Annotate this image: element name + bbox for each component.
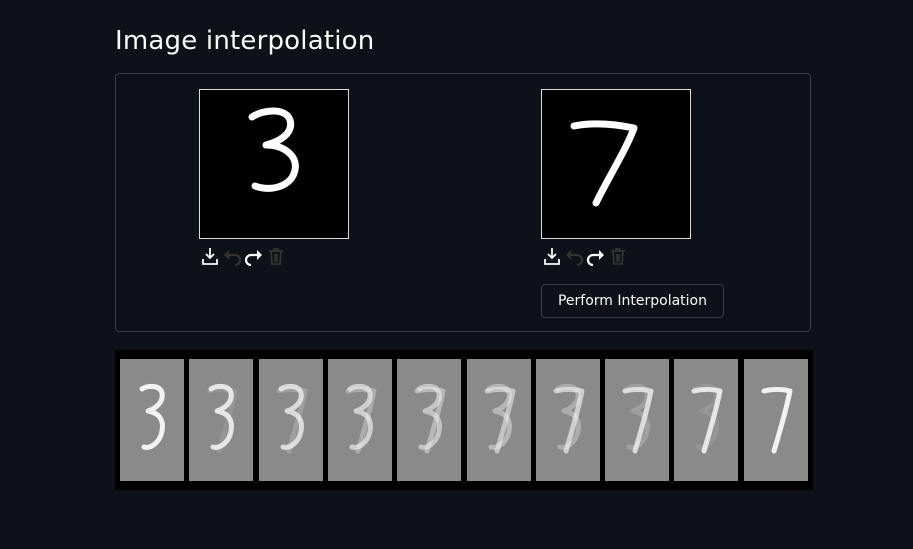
interpolation-result-image xyxy=(115,350,813,490)
drawing-canvas-right[interactable] xyxy=(541,89,691,239)
interpolation-frame xyxy=(189,359,254,481)
interpolation-frame xyxy=(466,359,531,481)
digit-3-drawing xyxy=(248,107,299,192)
interpolation-frame xyxy=(327,359,392,481)
undo-icon[interactable] xyxy=(221,244,243,268)
interpolation-frame xyxy=(605,359,670,481)
trash-icon[interactable] xyxy=(265,244,287,268)
perform-interpolation-button[interactable]: Perform Interpolation xyxy=(541,284,724,318)
canvas-right-toolbar xyxy=(541,243,629,269)
download-icon[interactable] xyxy=(541,244,563,268)
download-icon[interactable] xyxy=(199,244,221,268)
trash-icon[interactable] xyxy=(607,244,629,268)
drawing-canvas-left[interactable] xyxy=(199,89,349,239)
page-title: Image interpolation xyxy=(115,26,375,56)
undo-icon[interactable] xyxy=(563,244,585,268)
interpolation-frame xyxy=(674,359,739,481)
interpolation-frame xyxy=(743,359,808,481)
interpolation-frame xyxy=(120,359,184,481)
interpolation-frame xyxy=(258,359,323,481)
redo-icon[interactable] xyxy=(585,244,607,268)
redo-icon[interactable] xyxy=(243,244,265,268)
digit-7-drawing xyxy=(570,120,638,207)
interpolation-frame xyxy=(397,359,462,481)
interpolation-frame xyxy=(535,359,600,481)
canvas-left-toolbar xyxy=(199,243,287,269)
